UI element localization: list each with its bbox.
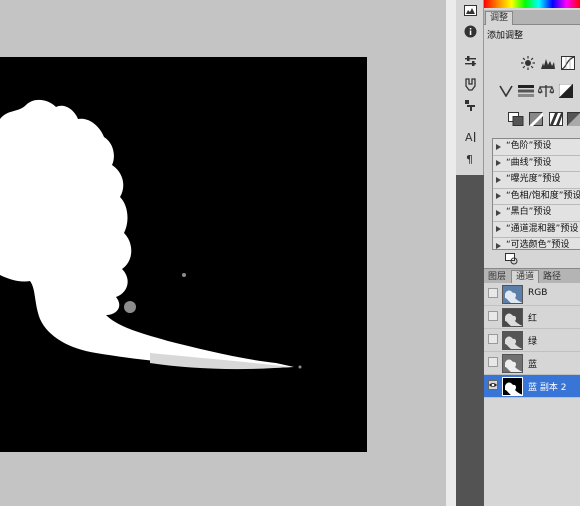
hue-saturation-icon[interactable] [518, 84, 534, 98]
channel-thumbnail [502, 308, 523, 327]
histogram-icon[interactable] [462, 3, 478, 17]
tab-adjustments[interactable]: 调整 [485, 11, 514, 25]
channel-thumbnail [502, 377, 523, 396]
channel-row-blue-copy-2[interactable]: 蓝 副本 2 [484, 375, 580, 398]
brush-tool-icon[interactable] [462, 77, 478, 91]
brightness-contrast-icon[interactable] [520, 56, 536, 70]
gradient-map-icon[interactable] [548, 112, 564, 126]
preset-curves[interactable]: “曲线”预设 [493, 156, 580, 172]
panel-divider[interactable] [446, 0, 456, 506]
right-panels: 调整 添加调整 “色阶”预设 “曲线”预设 “曝光度”预设 “色相/饱和度”预设… [484, 0, 580, 506]
tab-channels[interactable]: 通道 [511, 270, 540, 284]
channel-name: 蓝 [528, 360, 538, 370]
preset-exposure[interactable]: “曝光度”预设 [493, 172, 580, 189]
tab-paths[interactable]: 路径 [539, 271, 565, 283]
expand-arrow-icon[interactable] [496, 193, 501, 200]
layers-tab-bar: 图层 通道 路径 [484, 268, 580, 284]
channel-thumbnail [502, 285, 523, 304]
preset-black-white[interactable]: “黑白”预设 [493, 205, 580, 222]
preset-channel-mixer[interactable]: “通道混和器”预设 [493, 222, 580, 238]
expand-arrow-icon[interactable] [496, 160, 501, 167]
color-spectrum-bar[interactable] [484, 0, 580, 8]
info-icon[interactable] [462, 24, 478, 38]
preset-levels[interactable]: “色阶”预设 [493, 139, 580, 156]
smoke-mask-image [0, 57, 367, 452]
expand-arrow-icon[interactable] [496, 226, 501, 233]
color-balance-icon[interactable] [538, 84, 554, 98]
expand-arrow-icon[interactable] [496, 242, 501, 249]
channel-thumbnail [502, 354, 523, 373]
channel-name: 绿 [528, 337, 538, 347]
levels-icon[interactable] [540, 56, 556, 70]
adjustments-title: 添加调整 [487, 31, 524, 41]
channel-name: 红 [528, 314, 538, 324]
eye-icon[interactable] [488, 380, 498, 390]
document-canvas-area [0, 0, 446, 506]
panel-icon-dock: A ¶ [456, 0, 484, 506]
svg-text:¶: ¶ [466, 153, 473, 165]
visibility-toggle[interactable] [488, 357, 498, 367]
channel-row-green[interactable]: 绿 [484, 329, 580, 352]
visibility-toggle[interactable] [488, 311, 498, 321]
adjustment-presets-list: “色阶”预设 “曲线”预设 “曝光度”预设 “色相/饱和度”预设 “黑白”预设 … [492, 138, 580, 250]
channel-name: RGB [528, 288, 548, 298]
channel-name: 蓝 副本 2 [528, 383, 567, 393]
document-image[interactable] [0, 57, 367, 452]
tab-layers[interactable]: 图层 [484, 271, 510, 283]
channel-mixer-icon[interactable] [528, 112, 544, 126]
vibrance-icon[interactable] [498, 84, 514, 98]
expand-arrow-icon[interactable] [496, 176, 501, 183]
adjustments-footer [484, 252, 580, 266]
black-white-icon[interactable] [558, 84, 574, 98]
channel-row-blue[interactable]: 蓝 [484, 352, 580, 375]
character-icon[interactable]: A [462, 129, 478, 143]
channels-list: RGB 红 绿 蓝 蓝 副本 2 [484, 283, 580, 506]
expand-arrow-icon[interactable] [496, 209, 501, 216]
channel-row-red[interactable]: 红 [484, 306, 580, 329]
channel-row-rgb[interactable]: RGB [484, 283, 580, 306]
expand-arrow-icon[interactable] [496, 143, 501, 150]
clone-source-icon[interactable] [462, 98, 478, 112]
visibility-toggle[interactable] [488, 334, 498, 344]
visibility-toggle[interactable] [488, 288, 498, 298]
preset-hue-saturation[interactable]: “色相/饱和度”预设 [493, 189, 580, 205]
selective-color-icon[interactable] [566, 112, 580, 126]
adjust-sliders-icon[interactable] [462, 54, 478, 68]
curves-icon[interactable] [560, 56, 576, 70]
svg-text:A: A [465, 131, 473, 143]
channel-thumbnail [502, 331, 523, 350]
photo-filter-icon[interactable] [508, 112, 524, 126]
adjustments-tab-bar: 调整 [484, 10, 580, 25]
paragraph-icon[interactable]: ¶ [462, 151, 478, 165]
clip-to-layer-icon[interactable] [504, 252, 520, 266]
